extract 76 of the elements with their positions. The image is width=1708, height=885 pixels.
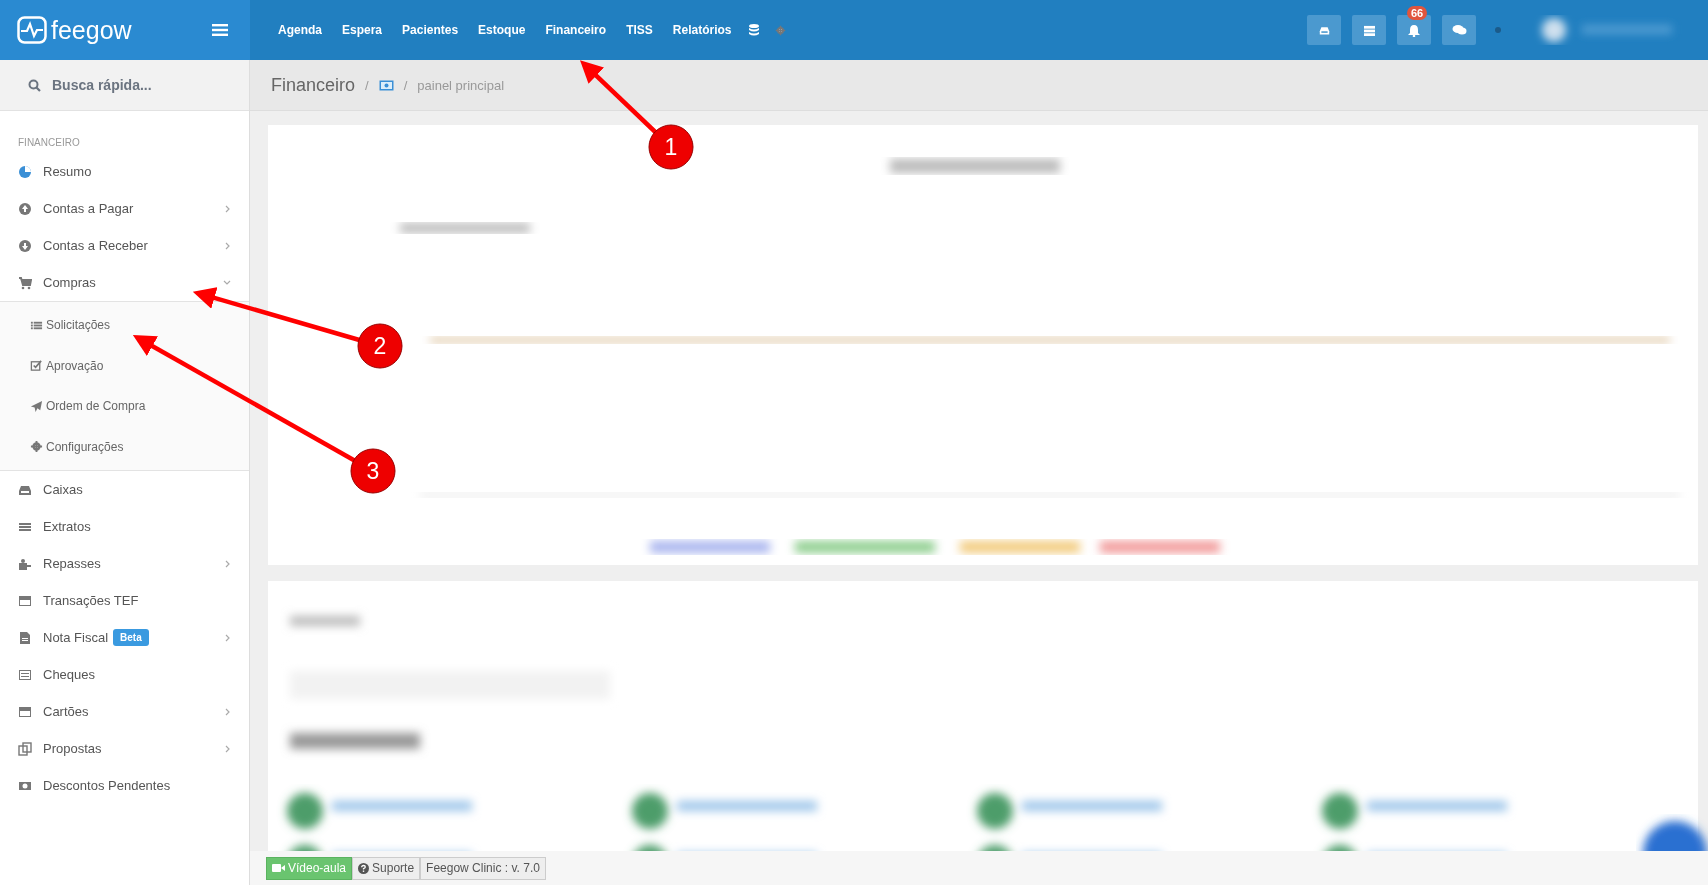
- quick-search-field[interactable]: Busca rápida...: [0, 60, 249, 111]
- sidebar-item[interactable]: Contas a Receber: [43, 238, 148, 253]
- sidebar-item[interactable]: Contas a Pagar: [43, 201, 134, 216]
- sidebar-item[interactable]: Repasses: [43, 556, 101, 571]
- help-icon: [358, 862, 370, 874]
- user-profile-drawing[interactable]: [1542, 18, 1672, 42]
- chat-icon: [1451, 24, 1467, 36]
- nav-link[interactable]: Espera: [332, 15, 393, 45]
- sidebar-item[interactable]: Cheques: [43, 667, 96, 682]
- notification-count: 66: [1407, 6, 1428, 20]
- sidebar-item[interactable]: Caixas: [43, 482, 83, 497]
- chevron-right-icon: [225, 707, 231, 716]
- pie-chart-icon: [18, 164, 32, 179]
- inbox-button[interactable]: [1307, 15, 1341, 45]
- chevron-down-icon: [223, 279, 231, 286]
- gear-icon: [30, 440, 43, 454]
- copy-icon: [18, 741, 32, 756]
- server-icon: [1362, 24, 1376, 36]
- submenu-item[interactable]: Solicitações: [46, 318, 111, 333]
- status-dot: [1495, 27, 1501, 33]
- card-icon: [18, 704, 32, 719]
- logo-icon: [17, 16, 47, 44]
- search-icon: [28, 78, 41, 92]
- submenu-item[interactable]: Aprovação: [46, 358, 104, 373]
- beta-badge: Beta: [113, 629, 149, 646]
- number-marker: 3: [350, 448, 396, 494]
- breadcrumb-separator: /: [403, 77, 408, 93]
- chat-button[interactable]: [1442, 15, 1476, 45]
- brand-name: feegow: [51, 15, 132, 45]
- chevron-right-icon: [225, 559, 231, 568]
- submenu-item[interactable]: Configurações: [46, 439, 124, 454]
- sidebar-item[interactable]: Propostas: [43, 741, 102, 756]
- support-button[interactable]: Suporte: [352, 856, 421, 880]
- number-marker: 2: [357, 323, 403, 369]
- cheque-icon: [18, 667, 32, 682]
- paper-plane-icon: [30, 399, 43, 413]
- sidebar-item[interactable]: Descontos Pendentes: [43, 778, 171, 793]
- chevron-right-icon: [225, 204, 231, 213]
- sidebar-item[interactable]: Extratos: [43, 519, 91, 534]
- card-icon: [18, 593, 32, 608]
- section-heading: FINANCEIRO: [17, 136, 81, 150]
- server-button[interactable]: [1352, 15, 1386, 45]
- down-arrow-circle-icon: [18, 238, 32, 253]
- sidebar-item[interactable]: Cartões: [43, 704, 89, 719]
- sidebar-item[interactable]: Resumo: [43, 164, 92, 179]
- document-icon: [18, 630, 32, 645]
- chevron-right-icon: [225, 241, 231, 250]
- inbox-icon: [1317, 24, 1331, 36]
- cart-icon: [18, 275, 32, 290]
- chevron-right-icon: [225, 744, 231, 753]
- page-title: Financeiro: [271, 74, 356, 96]
- version-label: Feegow Clinic : v. 7.0: [420, 856, 546, 880]
- number-marker: 1: [648, 124, 694, 170]
- chat-bubble-button[interactable]: [1643, 821, 1707, 851]
- nav-link[interactable]: Financeiro: [535, 15, 617, 45]
- money-icon: [378, 79, 394, 91]
- nav-link[interactable]: Agenda: [268, 15, 332, 45]
- bell-icon: [1408, 23, 1420, 37]
- video-camera-icon: [272, 863, 285, 873]
- up-arrow-circle-icon: [18, 201, 32, 216]
- puzzle-icon: [18, 556, 32, 571]
- nav-link[interactable]: Estoque: [468, 15, 536, 45]
- nav-link[interactable]: Pacientes: [392, 15, 469, 45]
- breadcrumb-separator: /: [365, 77, 369, 93]
- checkbox-icon: [30, 359, 43, 373]
- menu-icon[interactable]: [212, 24, 228, 36]
- database-icon[interactable]: [749, 24, 760, 36]
- breadcrumb-current: painel principal: [417, 77, 505, 93]
- sidebar-item[interactable]: Transações TEF: [43, 593, 139, 608]
- nav-link[interactable]: Relatórios: [662, 15, 742, 45]
- nav-link[interactable]: TISS: [616, 15, 663, 45]
- submenu-item[interactable]: Ordem de Compra: [46, 399, 146, 414]
- sidebar-item[interactable]: Nota Fiscal: [43, 630, 109, 645]
- notifications-button[interactable]: [1397, 15, 1431, 45]
- chevron-right-icon: [225, 633, 231, 642]
- sidebar-item[interactable]: Compras: [43, 275, 96, 290]
